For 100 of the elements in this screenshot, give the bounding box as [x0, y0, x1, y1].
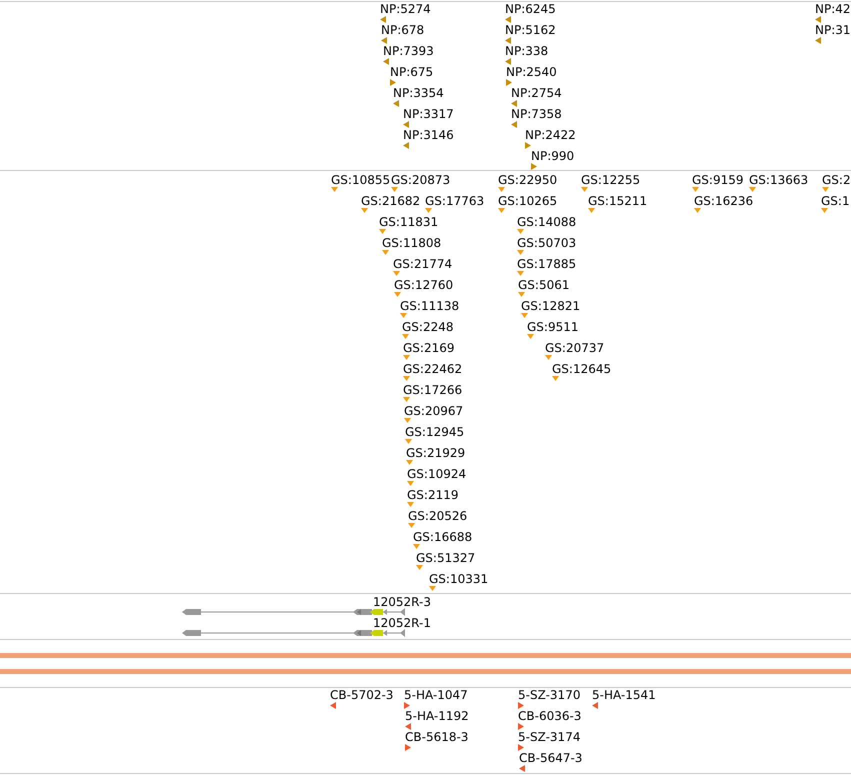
down-triangle-icon — [517, 271, 524, 276]
feature-label: GS:11138 — [400, 299, 460, 313]
feature-label: GS:11831 — [379, 215, 438, 229]
down-triangle-icon — [406, 460, 413, 465]
feature-label: GS:22462 — [403, 362, 462, 376]
feature-label: GS:12945 — [405, 425, 464, 439]
feature-label: GS:10331 — [429, 572, 488, 586]
down-triangle-icon — [518, 292, 525, 297]
down-triangle-icon — [403, 397, 410, 402]
feature-label: GS:14088 — [517, 215, 576, 229]
feature-label: NP:2754 — [511, 86, 562, 100]
down-triangle-icon — [413, 544, 420, 549]
feature-label: NP:3317 — [403, 107, 454, 121]
feature-label: GS:21929 — [406, 446, 466, 460]
feature-label: GS:2119 — [407, 488, 458, 502]
feature-label: NP:31 — [815, 23, 851, 37]
feature-label: GS:20873 — [391, 173, 450, 187]
down-triangle-icon — [694, 208, 701, 213]
feature-label: CB-5647-3 — [519, 751, 582, 765]
down-triangle-icon — [552, 376, 559, 381]
down-triangle-icon — [379, 229, 386, 234]
feature-label: GS:15211 — [588, 194, 648, 208]
feature-label: GS:17763 — [425, 194, 484, 208]
feature-label: NP:338 — [505, 44, 548, 58]
feature-label: NP:2540 — [506, 65, 557, 79]
feature-label: 5-HA-1192 — [405, 709, 469, 723]
down-triangle-icon — [517, 229, 524, 234]
down-triangle-icon — [400, 313, 407, 318]
down-triangle-icon — [407, 481, 414, 486]
feature-label: 5-SZ-3174 — [518, 730, 580, 744]
feature-label: GS:12821 — [521, 299, 580, 313]
feature-label: GS:2169 — [403, 341, 454, 355]
down-triangle-icon — [416, 565, 423, 570]
feature-label: GS:2248 — [402, 320, 454, 334]
down-triangle-icon — [382, 250, 389, 255]
feature-label: GS:22950 — [498, 173, 558, 187]
feature-label: GS:10265 — [498, 194, 558, 208]
down-triangle-icon — [404, 418, 411, 423]
down-triangle-icon — [517, 250, 524, 255]
feature-label: GS:20526 — [408, 509, 468, 523]
feature-label: GS:11808 — [382, 236, 442, 250]
feature-label: 5-SZ-3170 — [518, 688, 580, 702]
feature-label: GS:12760 — [394, 278, 454, 292]
down-triangle-icon — [407, 502, 414, 507]
feature-label: 5-HA-1541 — [592, 688, 656, 702]
feature-label: CB-5702-3 — [330, 688, 394, 702]
feature-label: GS:12255 — [581, 173, 640, 187]
feature-label: GS:16236 — [694, 194, 754, 208]
feature-label: NP:42 — [815, 2, 851, 16]
feature-label: GS:21682 — [361, 194, 420, 208]
down-triangle-icon — [425, 208, 432, 213]
feature-label: NP:7358 — [511, 107, 562, 121]
down-triangle-icon — [331, 187, 338, 192]
feature-label: NP:7393 — [383, 44, 434, 58]
down-triangle-icon — [749, 187, 756, 192]
feature-label: NP:3354 — [393, 86, 444, 100]
feature-label: NP:3146 — [403, 128, 454, 142]
down-triangle-icon — [521, 313, 528, 318]
feature-label: NP:6245 — [505, 2, 556, 16]
down-triangle-icon — [429, 586, 436, 591]
down-triangle-icon — [391, 187, 398, 192]
feature-label: GS:16688 — [413, 530, 472, 544]
feature-label: NP:5274 — [380, 2, 431, 16]
feature-label: CB-5618-3 — [405, 730, 468, 744]
down-triangle-icon — [498, 208, 505, 213]
down-triangle-icon — [402, 334, 409, 339]
feature-label: GS:5061 — [518, 278, 570, 292]
down-triangle-icon — [394, 292, 401, 297]
down-triangle-icon — [403, 355, 410, 360]
feature-label: CB-6036-3 — [518, 709, 582, 723]
down-triangle-icon — [581, 187, 588, 192]
feature-label: GS:9159 — [692, 173, 744, 187]
feature-label: GS:2 — [822, 173, 851, 187]
down-triangle-icon — [393, 271, 400, 276]
feature-label: GS:17266 — [403, 383, 462, 397]
feature-label: GS:12645 — [552, 362, 612, 376]
feature-label: GS:21774 — [393, 257, 452, 271]
down-triangle-icon — [403, 376, 410, 381]
feature-label: GS:20737 — [545, 341, 604, 355]
down-triangle-icon — [527, 334, 534, 339]
feature-label: GS:1 — [821, 194, 850, 208]
feature-label: GS:20967 — [404, 404, 464, 418]
feature-label: GS:13663 — [749, 173, 808, 187]
feature-label: NP:5162 — [505, 23, 556, 37]
feature-label: GS:10855 — [331, 173, 390, 187]
feature-label: GS:51327 — [416, 551, 476, 565]
down-triangle-icon — [498, 187, 505, 192]
feature-label: 5-HA-1047 — [404, 688, 468, 702]
down-triangle-icon — [588, 208, 595, 213]
down-triangle-icon — [545, 355, 552, 360]
down-triangle-icon — [822, 187, 829, 192]
feature-label: GS:9511 — [527, 320, 578, 334]
down-triangle-icon — [821, 208, 828, 213]
feature-label: GS:17885 — [517, 257, 576, 271]
feature-label: NP:675 — [390, 65, 434, 79]
feature-label: GS:10924 — [407, 467, 466, 481]
transcript-label: 12052R-1 — [373, 616, 431, 630]
down-triangle-icon — [408, 523, 415, 528]
feature-label: NP:2422 — [525, 128, 576, 142]
transcript-label: 12052R-3 — [373, 595, 431, 609]
